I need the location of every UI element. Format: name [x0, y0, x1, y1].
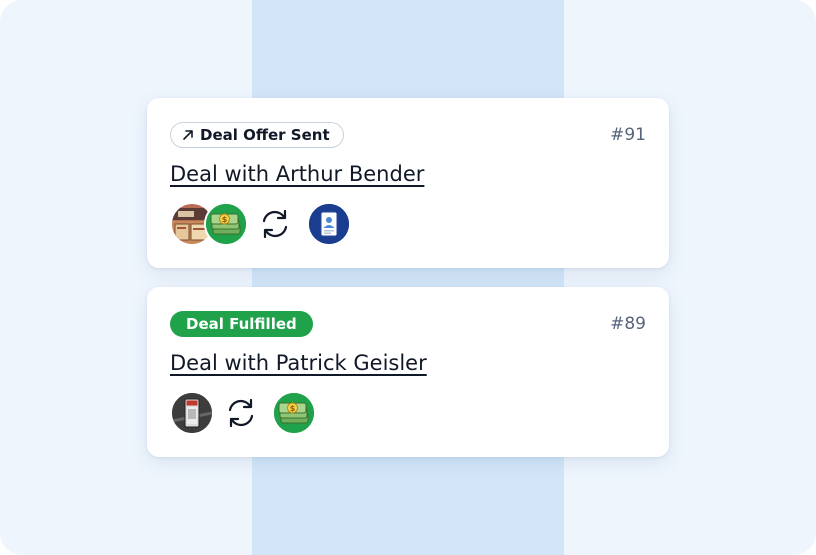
deal-number: #89 [610, 314, 646, 334]
deal-card[interactable]: Deal Fulfilled #89 Deal with Patrick Gei… [147, 287, 669, 457]
sync-icon [228, 398, 254, 428]
deal-card[interactable]: Deal Offer Sent #91 Deal with Arthur Ben… [147, 98, 669, 268]
status-label: Deal Fulfilled [186, 315, 297, 333]
status-badge: Deal Offer Sent [170, 122, 344, 148]
status-label: Deal Offer Sent [200, 126, 330, 144]
arrow-up-right-icon [183, 130, 193, 140]
sync-icon [262, 209, 288, 239]
canvas: Deal Offer Sent #91 Deal with Arthur Ben… [0, 0, 816, 555]
id-card-icon[interactable] [307, 202, 351, 246]
svg-text:$: $ [222, 215, 228, 224]
cash-icon[interactable]: $ [272, 391, 316, 435]
graded-card-thumbnail[interactable] [170, 391, 214, 435]
deal-number: #91 [610, 125, 646, 145]
background-band [252, 0, 564, 555]
deal-title-link[interactable]: Deal with Arthur Bender [170, 162, 424, 186]
cash-icon[interactable]: $ [204, 202, 248, 246]
deal-title-link[interactable]: Deal with Patrick Geisler [170, 351, 427, 375]
svg-text:$: $ [290, 404, 296, 413]
status-badge: Deal Fulfilled [170, 311, 313, 337]
